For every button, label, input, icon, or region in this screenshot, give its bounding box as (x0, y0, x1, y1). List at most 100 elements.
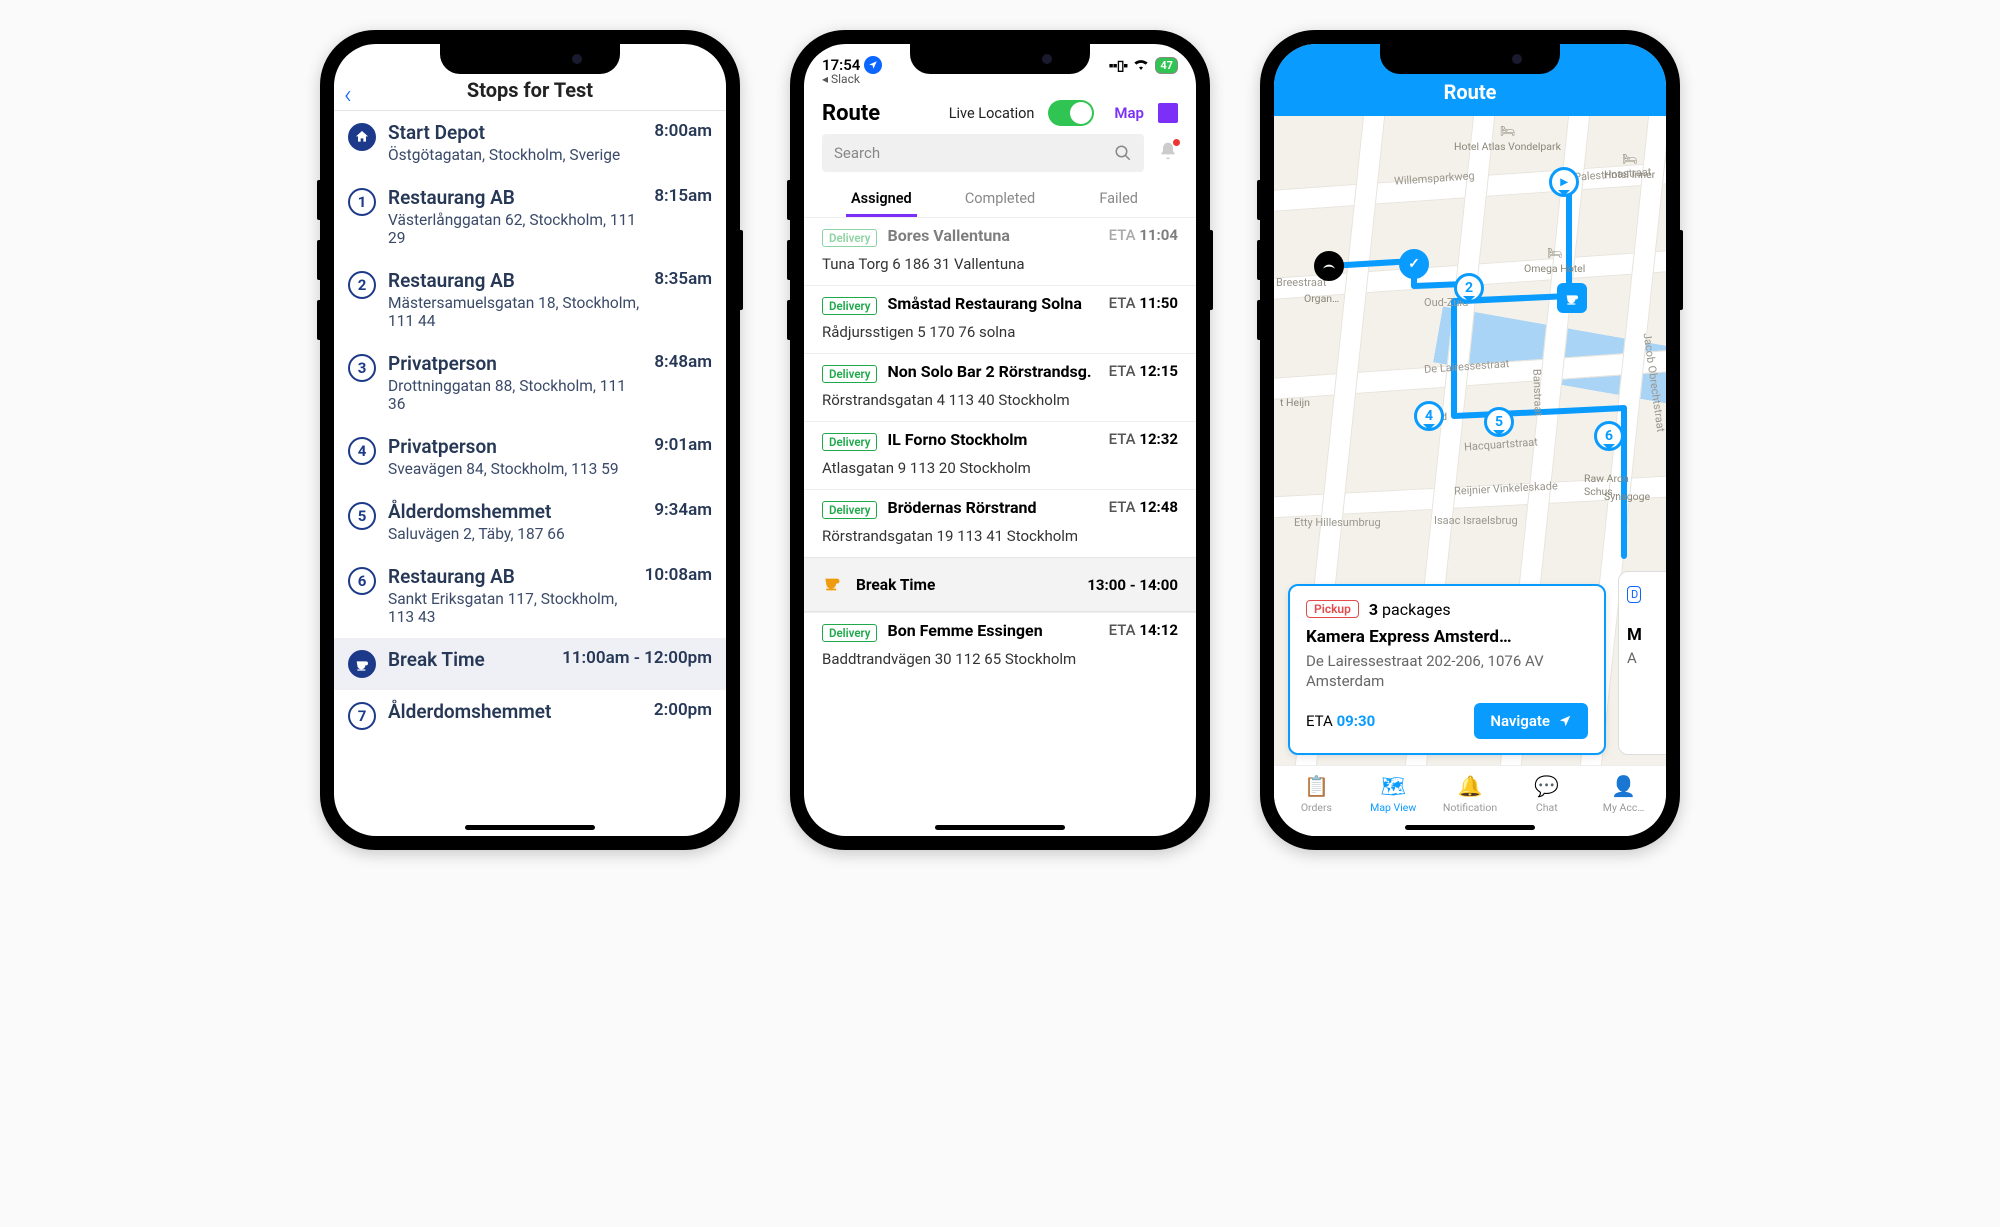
stop-address: De Lairessestraat 202-206, 1076 AV Amste… (1306, 651, 1588, 692)
delivery-badge: Delivery (822, 624, 877, 642)
breadcrumb[interactable]: ◂ Slack (804, 72, 1196, 86)
tab-assigned[interactable]: Assigned (822, 180, 941, 217)
live-location-toggle[interactable] (1048, 100, 1094, 126)
map-poi: Synagoge (1604, 490, 1650, 503)
map-marker-stop[interactable]: 6 (1594, 421, 1624, 451)
stop-name: Bon Femme Essingen (887, 621, 1098, 640)
tab-chat[interactable]: 💬Chat (1508, 774, 1585, 814)
navigate-button[interactable]: Navigate (1474, 703, 1588, 739)
stop-row[interactable]: 6Restaurang ABSankt Eriksgatan 117, Stoc… (334, 555, 726, 638)
tab-failed[interactable]: Failed (1059, 180, 1178, 217)
pickup-badge: Pickup (1306, 600, 1359, 618)
page-title: Stops for Test (467, 78, 593, 102)
eta: ETA 11:04 (1109, 226, 1178, 244)
stop-name: Break Time (388, 648, 550, 671)
signal-icon: ▪▪▯▪ (1109, 57, 1128, 74)
delivery-row[interactable]: DeliveryNon Solo Bar 2 Rörstrandsg.ETA 1… (804, 353, 1196, 421)
break-range: 13:00 - 14:00 (1087, 576, 1178, 594)
page-title: Route (822, 101, 939, 126)
delivery-row[interactable]: DeliverySmåstad Restaurang SolnaETA 11:5… (804, 285, 1196, 353)
tab-completed[interactable]: Completed (941, 180, 1060, 217)
stop-time: 9:01am (654, 435, 712, 478)
street-label: Etty Hillesumbrug (1294, 516, 1381, 529)
stop-name: IL Forno Stockholm (887, 430, 1098, 449)
stop-time: 9:34am (654, 500, 712, 543)
stop-name: Ålderdomshemmet (388, 700, 642, 723)
stop-time: 8:00am (654, 121, 712, 164)
route-card-next[interactable]: D M A (1618, 571, 1666, 755)
stop-row[interactable]: 7Ålderdomshemmet2:00pm (334, 690, 726, 742)
break-label: Break Time (856, 576, 1073, 594)
stop-name: Privatperson (388, 352, 642, 375)
delivery-badge: Delivery (822, 433, 877, 451)
route-card[interactable]: Pickup 3 packages Kamera Express Amsterd… (1288, 584, 1606, 756)
map-marker-start[interactable] (1314, 251, 1344, 281)
stop-row[interactable]: 2Restaurang ABMästersamuelsgatan 18, Sto… (334, 259, 726, 342)
map-marker-stop[interactable]: 2 (1454, 273, 1484, 303)
stop-address: Drottninggatan 88, Stockholm, 111 36 (388, 377, 642, 413)
notifications-icon[interactable] (1158, 141, 1178, 166)
stop-row[interactable]: 1Restaurang ABVästerlånggatan 62, Stockh… (334, 176, 726, 259)
delivery-row[interactable]: DeliveryIL Forno StockholmETA 12:32Atlas… (804, 421, 1196, 489)
map-view[interactable]: Willemsparkweg Palestrinastraat Oud-Zuid… (1274, 116, 1666, 765)
stop-row[interactable]: Start Depot Östgötagatan, Stockholm, Sver… (334, 111, 726, 176)
search-placeholder: Search (834, 144, 1114, 162)
battery-indicator: 47 (1155, 57, 1178, 74)
stop-address: Tuna Torg 6 186 31 Vallentuna (822, 255, 1178, 273)
stops-list[interactable]: Start Depot Östgötagatan, Stockholm, Sver… (334, 111, 726, 836)
stop-name: Brödernas Rörstrand (887, 498, 1098, 517)
delivery-badge: Delivery (822, 229, 877, 247)
chat-icon: 💬 (1534, 774, 1559, 798)
stop-address: Rörstrandsgatan 19 113 41 Stockholm (822, 527, 1178, 545)
back-button[interactable]: ‹ (344, 80, 352, 110)
delivery-row[interactable]: DeliveryBrödernas RörstrandETA 12:48Rörs… (804, 489, 1196, 557)
map-link[interactable]: Map (1114, 104, 1144, 122)
search-input[interactable]: Search (822, 134, 1144, 172)
eta: ETA 11:50 (1109, 294, 1178, 312)
stop-number: 5 (348, 502, 376, 530)
stop-row[interactable]: 3 PrivatpersonDrottninggatan 88, Stockhol… (334, 342, 726, 425)
stop-row[interactable]: 5 Ålderdomshemmet Saluvägen 2, Täby, 187 6… (334, 490, 726, 555)
eta: ETA 09:30 (1306, 712, 1375, 730)
map-marker-stop[interactable]: 4 (1414, 401, 1444, 431)
stop-name: Kamera Express Amsterd… (1306, 627, 1588, 647)
map-marker-stop[interactable]: 5 (1484, 407, 1514, 437)
stop-name: Non Solo Bar 2 Rörstrandsg. (887, 362, 1098, 381)
stop-name: Start Depot (388, 121, 642, 144)
delivery-badge: Delivery (822, 297, 877, 315)
map-poi: Organ… (1304, 292, 1339, 305)
break-row: Break Time 13:00 - 14:00 (804, 557, 1196, 612)
stop-number: 4 (348, 437, 376, 465)
map-marker-break[interactable] (1557, 283, 1587, 313)
stop-address: Saluvägen 2, Täby, 187 66 (388, 525, 642, 543)
tabs: Assigned Completed Failed (804, 180, 1196, 217)
search-icon (1114, 144, 1132, 162)
map-icon[interactable] (1158, 103, 1178, 123)
live-location-label: Live Location (949, 105, 1035, 122)
tab-orders[interactable]: 📋Orders (1278, 774, 1355, 814)
stop-address: Mästersamuelsgatan 18, Stockholm, 111 44 (388, 294, 642, 330)
street-label: Banstraat (1530, 369, 1545, 417)
stop-number: 6 (348, 567, 376, 595)
stop-address: Sankt Eriksgatan 117, Stockholm, 113 43 (388, 590, 633, 626)
stop-number: 1 (348, 188, 376, 216)
stop-time: 10:08am (645, 565, 712, 626)
stop-row[interactable]: 4PrivatpersonSveavägen 84, Stockholm, 11… (334, 425, 726, 490)
stop-time: 2:00pm (654, 700, 712, 730)
stop-number: 3 (348, 354, 376, 382)
delivery-row[interactable]: DeliveryBores VallentunaETA 11:04Tuna To… (804, 217, 1196, 285)
stop-address: Atlasgatan 9 113 20 Stockholm (822, 459, 1178, 477)
street-label: Isaac Israelsbrug (1434, 514, 1518, 527)
tab-map-view[interactable]: 🗺Map View (1355, 774, 1432, 814)
map-marker-done[interactable]: ✓ (1399, 249, 1429, 279)
stop-row[interactable]: Break Time11:00am - 12:00pm (334, 638, 726, 690)
stop-name: Ålderdomshemmet (388, 500, 642, 523)
tab-notification[interactable]: 🔔Notification (1432, 774, 1509, 814)
tab-account[interactable]: 👤My Acc… (1585, 774, 1662, 814)
delivery-row[interactable]: DeliveryBon Femme EssingenETA 14:12Baddt… (804, 612, 1196, 680)
stop-address: Östgötagatan, Stockholm, Sverige (388, 146, 642, 164)
stop-time: 8:35am (654, 269, 712, 330)
map-marker-play[interactable]: ▸ (1549, 167, 1579, 197)
packages-count: 3 packages (1369, 600, 1451, 619)
deliveries-list[interactable]: DeliveryBores VallentunaETA 11:04Tuna To… (804, 217, 1196, 836)
